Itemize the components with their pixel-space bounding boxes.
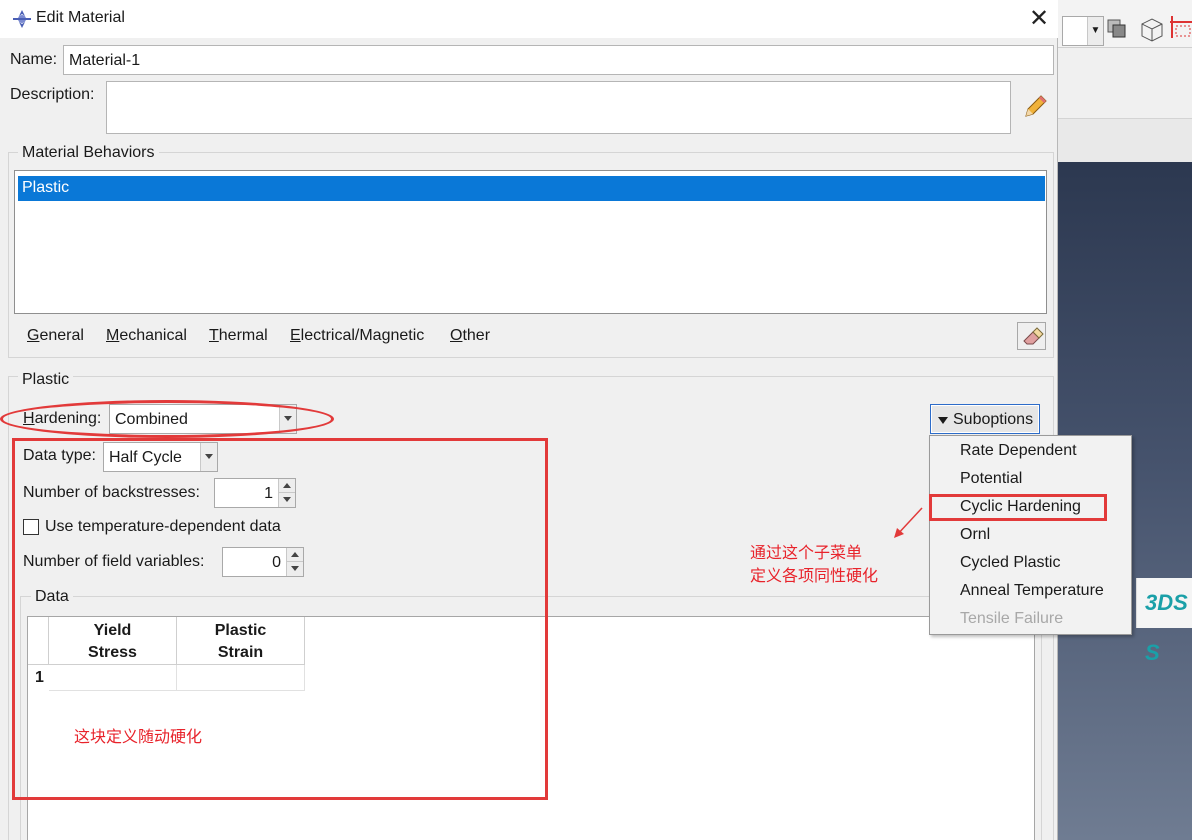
menu-general[interactable]: General bbox=[27, 327, 84, 345]
pencil-icon[interactable] bbox=[1020, 92, 1050, 122]
suboptions-label: Suboptions bbox=[953, 411, 1034, 428]
annotation-text-submenu-2: 定义各项同性硬化 bbox=[750, 568, 879, 585]
triangle-down-icon bbox=[938, 417, 948, 424]
material-behaviors-label: Material Behaviors bbox=[18, 144, 159, 162]
material-behaviors-list[interactable]: Plastic bbox=[14, 170, 1047, 314]
menu-item-rate-dependent[interactable]: Rate Dependent bbox=[960, 442, 1077, 460]
close-button[interactable]: ✕ bbox=[1024, 4, 1054, 34]
annotation-text-submenu-1: 通过这个子菜单 bbox=[750, 545, 863, 562]
annotation-arrow-icon bbox=[894, 507, 923, 538]
description-label: Description: bbox=[10, 86, 95, 103]
3d-box-icon[interactable] bbox=[1138, 16, 1164, 42]
menu-item-ornl[interactable]: Ornl bbox=[960, 526, 990, 544]
chevron-down-icon[interactable]: ▼ bbox=[1087, 17, 1103, 45]
title-bar: Edit Material ✕ bbox=[0, 0, 1058, 38]
annotation-oval bbox=[0, 400, 334, 438]
background-combo-box[interactable]: ▼ bbox=[1062, 16, 1104, 46]
delete-behavior-button[interactable] bbox=[1017, 322, 1046, 350]
copy-icon[interactable] bbox=[1106, 18, 1128, 40]
menu-item-anneal-temperature[interactable]: Anneal Temperature bbox=[960, 582, 1104, 600]
menu-other[interactable]: Other bbox=[450, 327, 490, 345]
description-input[interactable] bbox=[106, 81, 1011, 134]
background-panel bbox=[1058, 118, 1192, 162]
app-logo: 3DS S bbox=[1136, 578, 1192, 665]
list-item-plastic[interactable]: Plastic bbox=[18, 176, 1045, 201]
red-frame-icon[interactable] bbox=[1168, 14, 1192, 40]
eraser-icon bbox=[1023, 327, 1044, 345]
menu-thermal[interactable]: Thermal bbox=[209, 327, 268, 345]
annotation-text-data: 这块定义随动硬化 bbox=[74, 729, 203, 746]
menu-mechanical[interactable]: Mechanical bbox=[106, 327, 187, 345]
name-input[interactable]: Material-1 bbox=[63, 45, 1054, 75]
name-label: Name: bbox=[10, 51, 58, 68]
menu-item-tensile-failure: Tensile Failure bbox=[960, 610, 1064, 627]
material-icon bbox=[13, 10, 31, 28]
dialog-title: Edit Material bbox=[36, 9, 125, 26]
annotation-box-cyclic-hardening bbox=[929, 494, 1107, 521]
suboptions-button[interactable]: Suboptions bbox=[930, 404, 1040, 434]
suboptions-menu: Rate Dependent Potential Cyclic Hardenin… bbox=[929, 435, 1132, 635]
menu-item-cycled-plastic[interactable]: Cycled Plastic bbox=[960, 554, 1060, 572]
menu-item-potential[interactable]: Potential bbox=[960, 470, 1022, 488]
plastic-group-label: Plastic bbox=[18, 371, 74, 389]
background-toolbar: ▼ bbox=[1058, 0, 1192, 48]
background-app-window: ▼ 3DS S bbox=[1058, 0, 1192, 840]
menu-electrical-magnetic[interactable]: Electrical/Magnetic bbox=[290, 327, 424, 345]
